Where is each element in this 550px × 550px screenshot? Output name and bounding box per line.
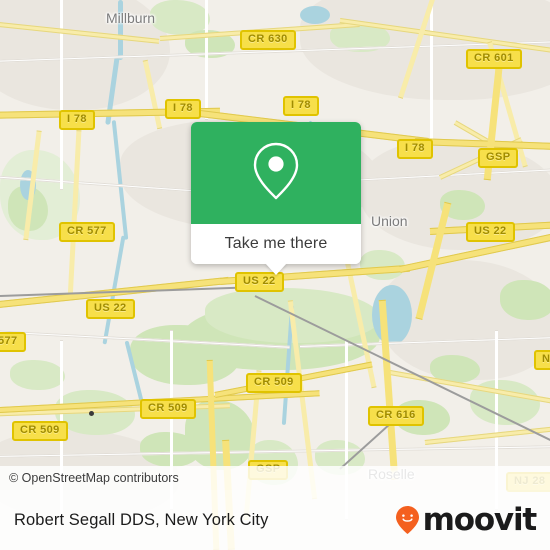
water-lake <box>372 285 412 345</box>
route-shield[interactable]: CR 509 <box>246 373 302 393</box>
route-shield[interactable]: US 22 <box>235 272 284 292</box>
route-shield[interactable]: CR 601 <box>466 49 522 69</box>
take-me-there-button[interactable]: Take me there <box>191 224 361 275</box>
route-shield[interactable]: CR 509 <box>12 421 68 441</box>
route-shield[interactable]: 577 <box>0 332 26 352</box>
moovit-pin-icon <box>395 505 420 535</box>
water-river <box>118 0 123 60</box>
moovit-wordmark: moovit <box>422 502 538 538</box>
place-title: Robert Segall DDS, New York City <box>14 510 269 529</box>
route-shield[interactable]: CR 509 <box>140 399 196 419</box>
route-shield[interactable]: I 78 <box>59 110 95 130</box>
route-shield[interactable]: NJ <box>534 350 550 370</box>
road-minor <box>205 0 208 120</box>
destination-callout[interactable]: Take me there <box>191 122 361 275</box>
map-screen: CR 630 CR 601 I 78 I 78 I 78 I 78 GSP CR… <box>0 0 550 550</box>
map-attribution[interactable]: © OpenStreetMap contributors <box>0 466 550 490</box>
footer-bar: Robert Segall DDS, New York City moovit <box>0 490 550 550</box>
place-label-millburn: Millburn <box>106 10 156 26</box>
road-minor <box>430 0 433 150</box>
route-shield[interactable]: CR 577 <box>59 222 115 242</box>
route-shield[interactable]: I 78 <box>283 96 319 116</box>
callout-pin-area <box>191 122 361 224</box>
route-shield[interactable]: US 22 <box>86 299 135 319</box>
attribution-text: © OpenStreetMap contributors <box>9 471 179 485</box>
poi-marker-dot[interactable] <box>89 411 94 416</box>
moovit-logo[interactable]: moovit <box>395 502 538 538</box>
route-shield[interactable]: I 78 <box>165 99 201 119</box>
landuse-park <box>500 280 550 320</box>
route-shield[interactable]: CR 616 <box>368 406 424 426</box>
take-me-there-label: Take me there <box>224 235 328 252</box>
place-label-union: Union <box>371 213 408 229</box>
route-shield[interactable]: US 22 <box>466 222 515 242</box>
route-shield[interactable]: CR 630 <box>240 30 296 50</box>
route-shield[interactable]: GSP <box>478 148 519 168</box>
route-shield[interactable]: I 78 <box>397 139 433 159</box>
water-lake <box>300 6 330 24</box>
landuse-park <box>10 360 65 390</box>
callout-tail <box>265 263 287 275</box>
location-pin-icon <box>250 140 302 207</box>
